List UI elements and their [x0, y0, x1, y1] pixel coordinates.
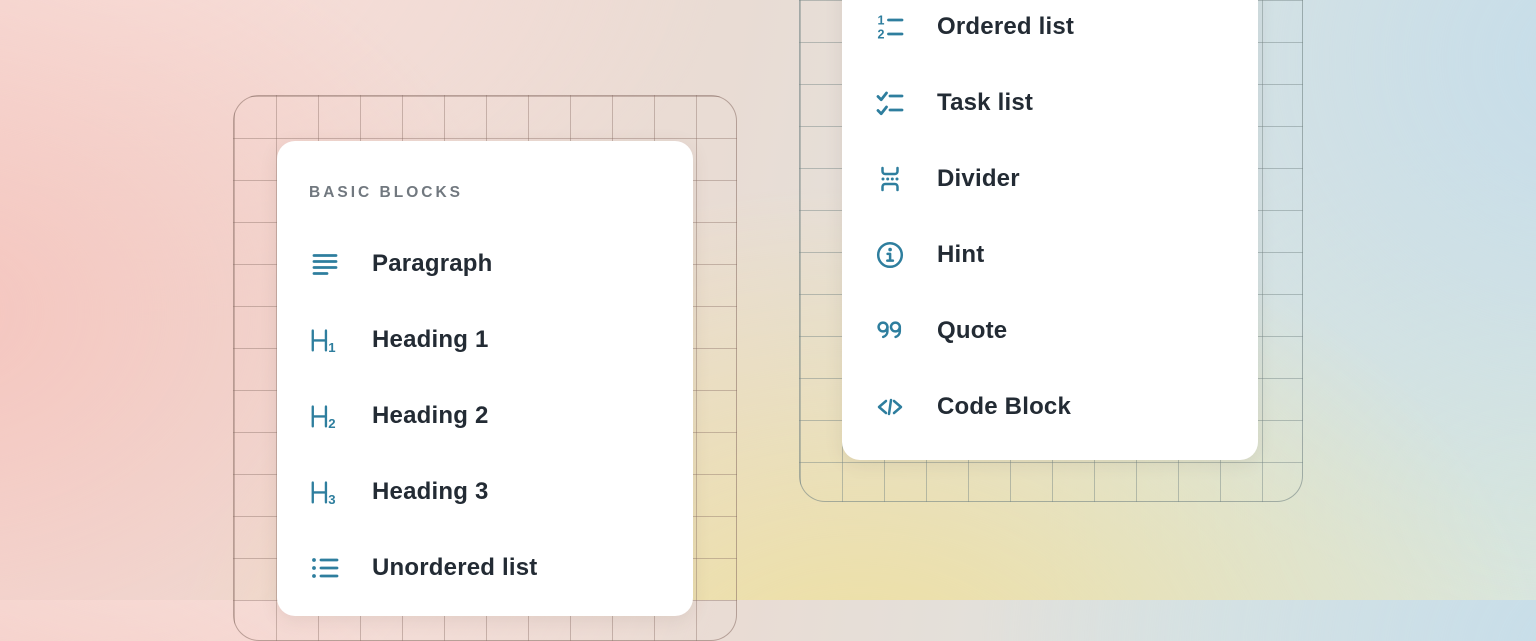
menu-item-task-list[interactable]: Task list	[874, 65, 1226, 141]
basic-blocks-menu-card: BASIC BLOCKS Paragraph 1 Heading 1	[277, 141, 693, 616]
menu-item-paragraph[interactable]: Paragraph	[309, 226, 661, 302]
heading-2-icon: 2	[309, 400, 341, 432]
menu-item-label: Divider	[937, 165, 1020, 193]
menu-item-label: Task list	[937, 89, 1033, 117]
heading-3-icon: 3	[309, 476, 341, 508]
blocks-menu-card-continued: 1 2 Ordered list Task list	[842, 0, 1258, 460]
menu-item-quote[interactable]: Quote	[874, 293, 1226, 369]
quote-icon	[874, 315, 906, 347]
menu-item-label: Heading 2	[372, 402, 489, 430]
task-list-icon	[874, 87, 906, 119]
menu-item-heading-2[interactable]: 2 Heading 2	[309, 378, 661, 454]
menu-item-heading-3[interactable]: 3 Heading 3	[309, 454, 661, 530]
menu-item-heading-1[interactable]: 1 Heading 1	[309, 302, 661, 378]
menu-item-label: Quote	[937, 317, 1007, 345]
heading-1-icon: 1	[309, 324, 341, 356]
menu-item-ordered-list[interactable]: 1 2 Ordered list	[874, 0, 1226, 65]
menu-item-label: Unordered list	[372, 554, 538, 582]
menu-item-label: Heading 3	[372, 478, 489, 506]
svg-text:1: 1	[328, 340, 335, 355]
menu-item-unordered-list[interactable]: Unordered list	[309, 530, 661, 606]
unordered-list-icon	[309, 552, 341, 584]
code-block-icon	[874, 391, 906, 423]
hint-icon	[874, 239, 906, 271]
menu-item-label: Ordered list	[937, 13, 1074, 41]
menu-item-code-block[interactable]: Code Block	[874, 369, 1226, 445]
menu-item-label: Code Block	[937, 393, 1071, 421]
svg-text:3: 3	[328, 492, 335, 507]
menu-item-label: Heading 1	[372, 326, 489, 354]
section-label-basic-blocks: BASIC BLOCKS	[309, 141, 661, 201]
menu-item-divider[interactable]: Divider	[874, 141, 1226, 217]
page-background: BASIC BLOCKS Paragraph 1 Heading 1	[0, 0, 1536, 600]
paragraph-icon	[309, 248, 341, 280]
menu-item-hint[interactable]: Hint	[874, 217, 1226, 293]
ordered-list-icon: 1 2	[874, 11, 906, 43]
divider-icon	[874, 163, 906, 195]
svg-text:2: 2	[878, 28, 885, 42]
menu-item-label: Paragraph	[372, 250, 493, 278]
svg-text:2: 2	[328, 416, 335, 431]
menu-item-label: Hint	[937, 241, 984, 269]
svg-text:1: 1	[878, 14, 885, 28]
